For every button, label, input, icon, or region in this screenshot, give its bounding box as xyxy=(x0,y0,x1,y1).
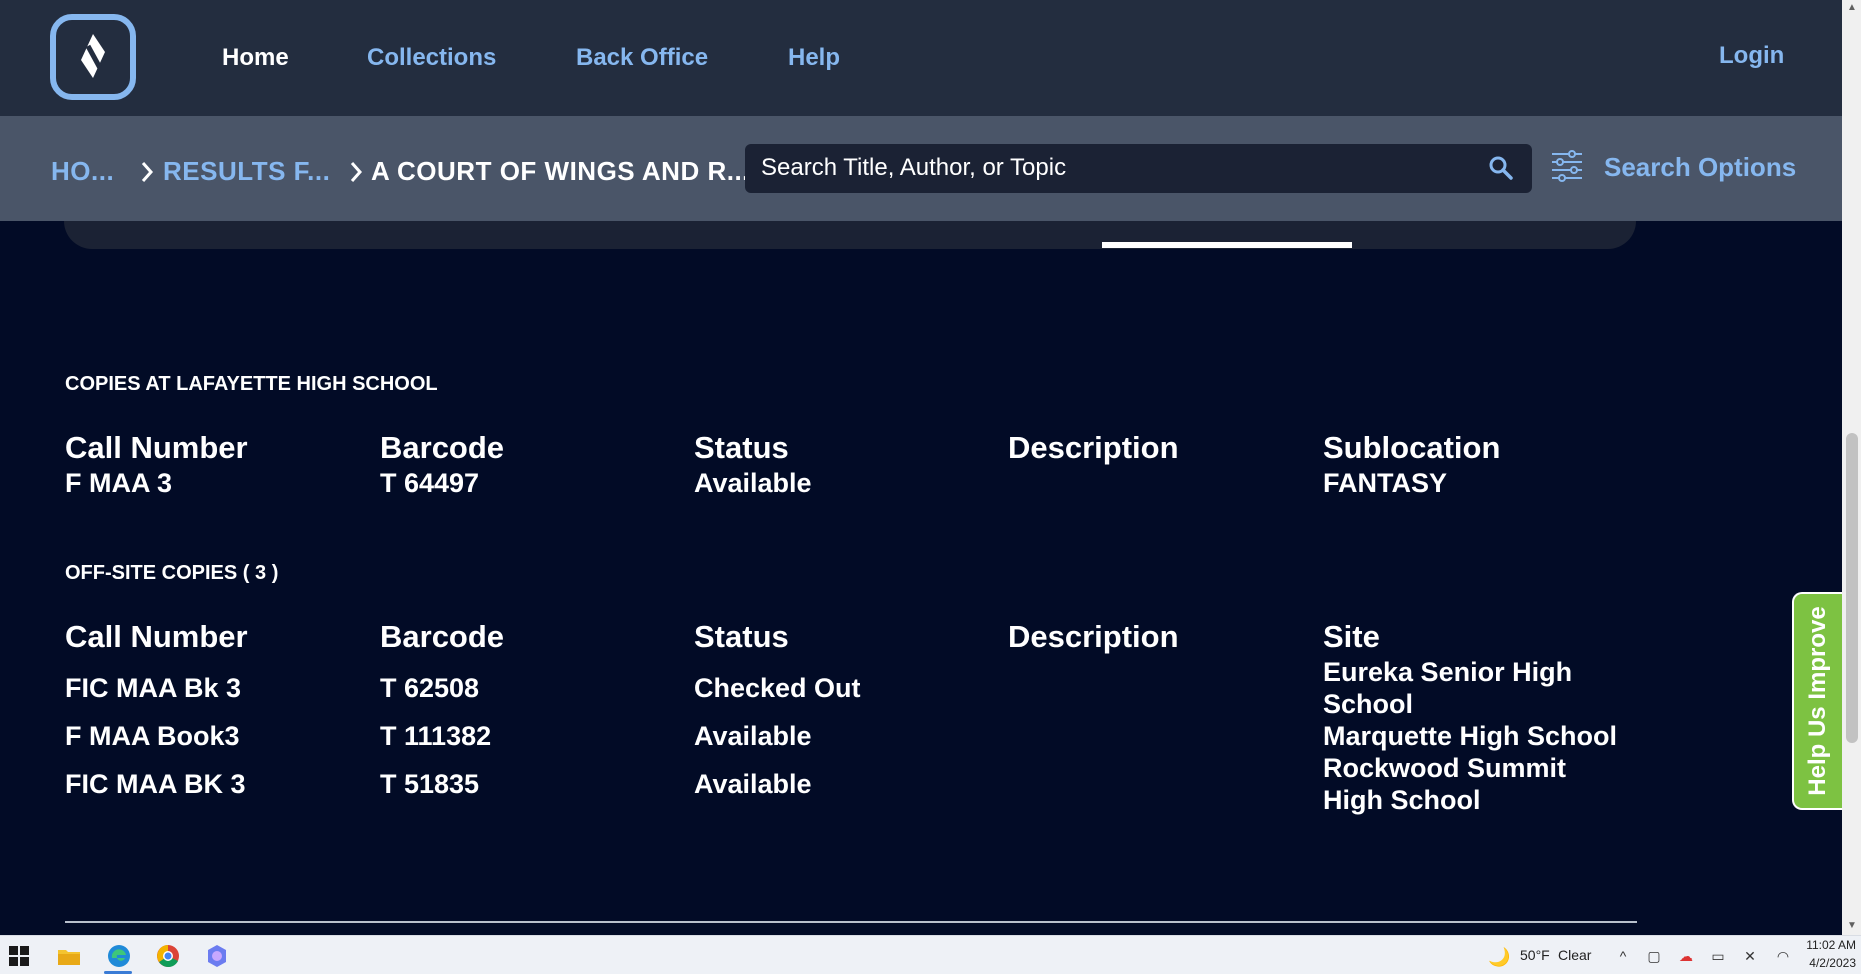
column-header-call-number: Call Number xyxy=(65,619,248,654)
column-header-sublocation: Sublocation xyxy=(1323,430,1501,465)
weather-temperature[interactable]: 50°F xyxy=(1520,947,1550,963)
status-cell: Checked Out xyxy=(694,673,861,703)
chevron-up-icon[interactable]: ^ xyxy=(1615,948,1631,964)
login-link[interactable]: Login xyxy=(1719,42,1784,70)
active-tab-indicator xyxy=(1102,242,1352,248)
site-cell: Marquette High School xyxy=(1323,721,1618,751)
weather-description[interactable]: Clear xyxy=(1558,947,1591,963)
nav-help-link[interactable]: Help xyxy=(788,44,840,72)
scroll-down-arrow-icon[interactable]: ▼ xyxy=(1846,920,1858,932)
status-cell: Available xyxy=(694,769,812,799)
status-cell: Available xyxy=(694,721,812,751)
barcode-cell: T 64497 xyxy=(380,468,480,498)
battery-icon[interactable]: ▭ xyxy=(1710,948,1726,964)
chrome-browser-icon[interactable] xyxy=(155,943,181,969)
column-header-status: Status xyxy=(694,619,789,654)
sublocation-cell: FANTASY xyxy=(1323,468,1448,498)
meet-icon[interactable]: ▢ xyxy=(1646,948,1662,964)
sliders-icon[interactable] xyxy=(1550,148,1584,184)
column-header-barcode: Barcode xyxy=(380,430,505,465)
breadcrumb-home[interactable]: HO... xyxy=(51,156,114,187)
breadcrumb-results[interactable]: RESULTS F... xyxy=(163,156,330,187)
edge-browser-icon[interactable] xyxy=(106,943,132,969)
search-options-button[interactable]: Search Options xyxy=(1604,152,1796,183)
app-logo-icon[interactable] xyxy=(50,14,136,100)
section-divider xyxy=(65,921,1637,923)
top-navigation: Home Collections Back Office Help Login xyxy=(0,0,1842,116)
call-number-cell: F MAA Book3 xyxy=(65,721,240,751)
clock-time[interactable]: 11:02 AM xyxy=(1806,938,1856,952)
windows-start-icon[interactable] xyxy=(6,943,32,969)
call-number-cell: FIC MAA BK 3 xyxy=(65,769,246,799)
status-cell: Available xyxy=(694,468,812,498)
column-header-description: Description xyxy=(1008,619,1179,654)
barcode-cell: T 111382 xyxy=(380,721,492,751)
chevron-right-icon xyxy=(350,162,363,182)
site-cell: Rockwood Summit High School xyxy=(1323,753,1567,815)
column-header-site: Site xyxy=(1323,619,1380,654)
help-us-improve-label: Help Us Improve xyxy=(1804,606,1831,796)
barcode-cell: T 51835 xyxy=(380,769,480,799)
details-card-bottom xyxy=(64,221,1636,249)
chevron-right-icon xyxy=(141,162,154,182)
call-number-cell: FIC MAA Bk 3 xyxy=(65,673,242,703)
breadcrumb-current: A COURT OF WINGS AND R... xyxy=(371,156,750,186)
call-number-cell: F MAA 3 xyxy=(65,468,172,498)
offsite-copies-title: OFF-SITE COPIES ( 3 ) xyxy=(65,562,279,584)
help-us-improve-tab[interactable]: Help Us Improve xyxy=(1792,592,1842,810)
site-cell: Eureka Senior High School xyxy=(1323,657,1573,719)
wifi-icon[interactable]: ◠ xyxy=(1775,948,1791,964)
file-explorer-icon[interactable] xyxy=(56,943,82,969)
search-input[interactable] xyxy=(761,150,1461,186)
clock-date[interactable]: 4/2/2023 xyxy=(1806,956,1856,970)
column-header-barcode: Barcode xyxy=(380,619,505,654)
column-header-description: Description xyxy=(1008,430,1179,465)
windows-taskbar: 🌙 50°F Clear ^ ▢ ☁ ▭ ✕ ◠ 11:02 AM 4/2/20… xyxy=(0,935,1861,974)
scroll-up-arrow-icon[interactable]: ▲ xyxy=(1846,2,1858,14)
column-header-status: Status xyxy=(694,430,789,465)
nav-home-link[interactable]: Home xyxy=(222,44,289,72)
nav-collections-link[interactable]: Collections xyxy=(367,44,496,72)
copilot-app-icon[interactable] xyxy=(204,943,230,969)
local-copies-title: COPIES AT LAFAYETTE HIGH SCHOOL xyxy=(65,373,438,395)
onedrive-error-icon[interactable]: ☁ xyxy=(1678,948,1694,964)
column-header-call-number: Call Number xyxy=(65,430,248,465)
barcode-cell: T 62508 xyxy=(380,673,480,703)
search-icon[interactable] xyxy=(1488,155,1514,181)
scroll-thumb[interactable] xyxy=(1846,433,1858,743)
speaker-muted-icon[interactable]: ✕ xyxy=(1742,948,1758,964)
nav-back-office-link[interactable]: Back Office xyxy=(576,44,708,72)
weather-moon-icon[interactable]: 🌙 xyxy=(1488,947,1510,968)
search-bar xyxy=(745,144,1532,193)
